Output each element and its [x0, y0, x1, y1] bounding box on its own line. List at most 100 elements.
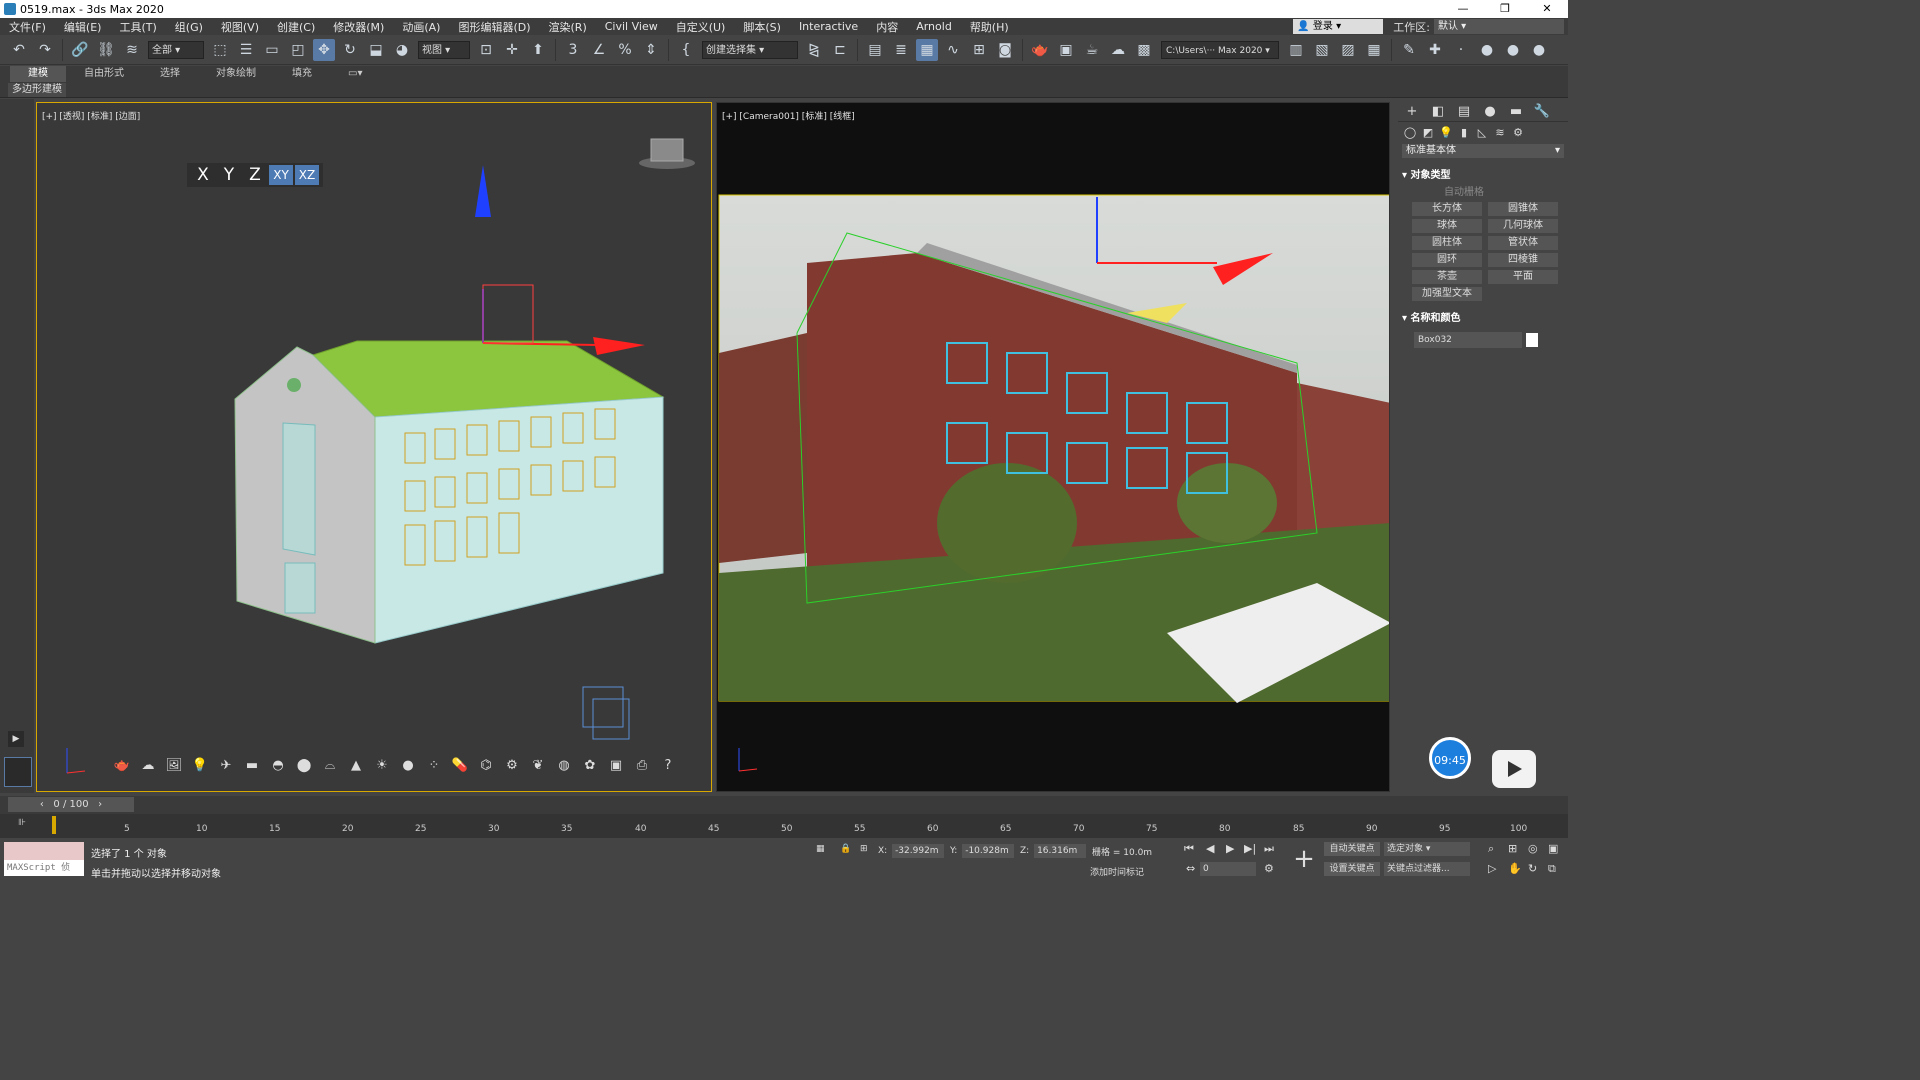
hierarchy-tab-icon[interactable]: ▤ — [1454, 104, 1474, 119]
menu-tools[interactable]: 工具(T) — [110, 19, 165, 35]
ribbon-panel-poly-modeling[interactable]: 多边形建模 — [8, 83, 66, 97]
login-dropdown[interactable]: 👤 登录 ▾ — [1293, 19, 1384, 34]
motion-tab-icon[interactable]: ● — [1480, 104, 1500, 119]
tube-button[interactable]: 管状体 — [1488, 236, 1558, 250]
zoom-extents-all-icon[interactable]: ▣ — [1548, 842, 1558, 855]
network-icon[interactable]: ⌬ — [476, 755, 496, 775]
keyboard-shortcut-icon[interactable]: ⬆ — [527, 39, 549, 61]
helpers-icon[interactable]: ◺ — [1474, 126, 1490, 139]
sphere-button[interactable]: 球体 — [1412, 219, 1482, 233]
modify-tab-icon[interactable]: ◧ — [1428, 104, 1448, 119]
key-filters-button[interactable]: 关键点过滤器... — [1384, 862, 1470, 876]
menu-create[interactable]: 创建(C) — [268, 19, 324, 35]
current-frame-marker[interactable] — [52, 816, 56, 834]
zoom-extents-icon[interactable]: ◎ — [1528, 842, 1538, 855]
field-of-view-icon[interactable]: ▷ — [1488, 862, 1496, 875]
object-name-field[interactable]: Box032 — [1414, 332, 1522, 348]
viewcube-icon[interactable] — [639, 138, 695, 169]
building-model[interactable] — [234, 340, 665, 644]
maxscript-listener[interactable] — [4, 842, 84, 860]
torus-button[interactable]: 圆环 — [1412, 253, 1482, 267]
geometry-icon[interactable]: ◯ — [1402, 126, 1418, 139]
orbit-icon[interactable]: ↻ — [1528, 862, 1537, 875]
render-setup-icon[interactable]: 🫖 — [1029, 39, 1051, 61]
percent-snap-icon[interactable]: % — [614, 39, 636, 61]
select-manipulate-icon[interactable]: ✛ — [501, 39, 523, 61]
viewport-camera[interactable]: [+] [Camera001] [标准] [线框] — [716, 102, 1390, 792]
menu-content[interactable]: 内容 — [867, 19, 907, 35]
geosphere-button[interactable]: 几何球体 — [1488, 219, 1558, 233]
schematic-view-icon[interactable]: ⊞ — [968, 39, 990, 61]
select-move-icon[interactable]: ✥ — [313, 38, 335, 61]
object-color-swatch[interactable] — [1526, 333, 1538, 347]
render-iterative-icon[interactable]: ☁ — [1107, 39, 1129, 61]
cone-button[interactable]: 圆锥体 — [1488, 202, 1558, 216]
lock-selection-icon[interactable]: 🔒 — [840, 844, 851, 854]
angle-snap-icon[interactable]: ∠ — [588, 39, 610, 61]
selected-objects-dropdown[interactable]: 选定对象 ▾ — [1384, 842, 1470, 856]
utilities-tab-icon[interactable]: 🔧 — [1532, 104, 1552, 119]
image-icon[interactable]: 🖼 — [164, 755, 184, 775]
menu-customize[interactable]: 自定义(U) — [667, 19, 735, 35]
render-cloud-icon[interactable]: ▩ — [1133, 39, 1155, 61]
select-object-icon[interactable]: ⬚ — [209, 39, 231, 61]
palette-icon[interactable]: ✿ — [580, 755, 600, 775]
maximize-button[interactable]: ❐ — [1484, 0, 1526, 18]
time-slider[interactable]: ‹ 0 / 100 › — [0, 796, 1568, 814]
cloud-icon[interactable]: ☁ — [138, 755, 158, 775]
primitive-category-dropdown[interactable]: 标准基本体 ▾ — [1402, 144, 1564, 158]
ribbon-tab-populate[interactable]: 填充 — [274, 66, 330, 82]
brush-icon[interactable]: ✎ — [1398, 39, 1420, 61]
camera-object-icon[interactable] — [582, 686, 630, 740]
textplus-button[interactable]: 加强型文本 — [1412, 287, 1482, 301]
play-icon[interactable]: ▶ — [1226, 842, 1234, 855]
mirror-icon[interactable]: ⧎ — [803, 39, 825, 61]
coord-y-field[interactable]: -10.928m — [962, 844, 1015, 858]
name-color-rollout[interactable]: ▾ 名称和颜色 — [1402, 309, 1564, 324]
plane-button[interactable]: 平面 — [1488, 270, 1558, 284]
time-config-icon[interactable]: ⚙ — [1264, 862, 1274, 875]
systems-icon[interactable]: ⚙ — [1510, 126, 1526, 139]
menu-arnold[interactable]: Arnold — [907, 20, 961, 33]
layer-add-icon[interactable]: ▧ — [1311, 39, 1333, 61]
next-frame-icon[interactable]: ▶| — [1244, 842, 1256, 855]
play-overlay-icon[interactable] — [1492, 750, 1536, 788]
goto-start-icon[interactable]: ⏮ — [1184, 842, 1194, 856]
link-icon[interactable]: 🔗 — [69, 39, 91, 61]
pivot-center-icon[interactable]: ⊡ — [475, 39, 497, 61]
current-frame-field[interactable]: 0 — [1200, 862, 1256, 876]
maximize-viewport-icon[interactable]: ⧉ — [1548, 862, 1556, 876]
menu-rendering[interactable]: 渲染(R) — [540, 19, 596, 35]
project-folder-icon[interactable]: ▥ — [1285, 39, 1307, 61]
spacewarps-icon[interactable]: ≋ — [1492, 126, 1508, 139]
menu-help[interactable]: 帮助(H) — [961, 19, 1018, 35]
select-scale-icon[interactable]: ⬓ — [365, 39, 387, 61]
display-tab-icon[interactable]: ▬ — [1506, 104, 1526, 119]
viewport-perspective[interactable]: [+] [透视] [标准] [边面] X Y Z XY XZ 🫖 ☁ 🖼 💡 ✈… — [36, 102, 712, 792]
ribbon-tab-object-paint[interactable]: 对象绘制 — [198, 66, 274, 82]
recording-timer[interactable]: 09:45 — [1429, 737, 1471, 779]
menu-graph-editors[interactable]: 图形编辑器(D) — [449, 19, 539, 35]
menu-animation[interactable]: 动画(A) — [393, 19, 449, 35]
key-mode-icon[interactable]: ⇔ — [1186, 862, 1195, 875]
select-place-icon[interactable]: ◕ — [391, 39, 413, 61]
layer-hide-icon[interactable]: ▦ — [1363, 39, 1385, 61]
dot-icon-2[interactable]: ● — [1476, 39, 1498, 61]
close-button[interactable]: ✕ — [1526, 0, 1568, 18]
hemisphere-icon[interactable]: ◓ — [268, 755, 288, 775]
prev-frame-icon[interactable]: ◀ — [1206, 842, 1214, 855]
expand-arrow-icon[interactable]: ▶ — [8, 731, 24, 747]
ribbon-toggle-icon[interactable]: ▦ — [916, 38, 938, 61]
cone-icon[interactable]: ▲ — [346, 755, 366, 775]
help-icon[interactable]: ? — [658, 755, 678, 775]
pill-icon[interactable]: 💊 — [450, 755, 470, 775]
render-production-icon[interactable]: ☕ — [1081, 39, 1103, 61]
isolate-icon[interactable]: ▦ — [816, 844, 825, 854]
set-key-button[interactable]: 设置关键点 — [1324, 862, 1380, 876]
track-bar-toggle-icon[interactable]: ⊪ — [18, 818, 26, 828]
cylinder-button[interactable]: 圆柱体 — [1412, 236, 1482, 250]
select-rotate-icon[interactable]: ↻ — [339, 39, 361, 61]
window-crossing-icon[interactable]: ◰ — [287, 39, 309, 61]
workspace-dropdown[interactable]: 默认 ▾ — [1434, 19, 1564, 34]
particles-icon[interactable]: ⁘ — [424, 755, 444, 775]
